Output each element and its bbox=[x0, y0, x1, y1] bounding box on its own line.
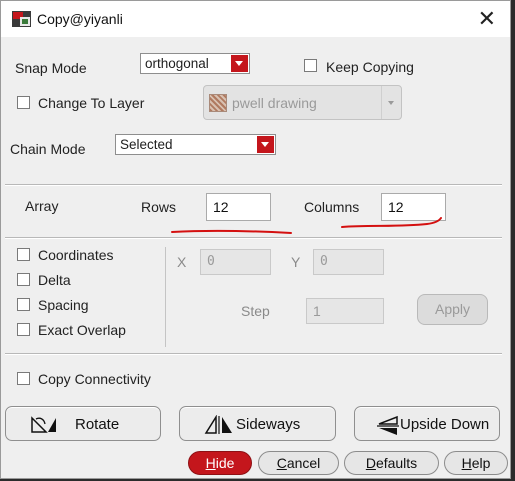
rotate-label: Rotate bbox=[75, 416, 120, 433]
exact-overlap-label: Exact Overlap bbox=[38, 322, 126, 338]
hide-mnemonic: H bbox=[205, 455, 216, 471]
flip-upside-down-icon bbox=[377, 415, 399, 435]
snap-mode-select[interactable]: orthogonal bbox=[140, 53, 250, 74]
flip-sideways-icon bbox=[204, 415, 232, 434]
upside-down-button[interactable]: Upside Down bbox=[354, 406, 500, 441]
array-label: Array bbox=[25, 198, 59, 214]
sideways-button[interactable]: Sideways bbox=[179, 406, 336, 441]
chevron-down-icon bbox=[381, 86, 401, 119]
help-button[interactable]: Help bbox=[444, 451, 508, 475]
sideways-label: Sideways bbox=[236, 416, 301, 433]
step-label: Step bbox=[241, 303, 270, 319]
coordinates-checkbox[interactable] bbox=[17, 248, 30, 261]
copy-connectivity-label: Copy Connectivity bbox=[38, 371, 151, 387]
hide-button[interactable]: Hide bbox=[188, 451, 252, 475]
layer-select[interactable]: pwell drawing bbox=[203, 85, 402, 120]
delta-label: Delta bbox=[38, 272, 71, 288]
spacing-checkbox[interactable] bbox=[17, 298, 30, 311]
close-icon[interactable]: ✕ bbox=[478, 7, 496, 31]
vertical-divider bbox=[165, 247, 166, 347]
keep-copying-checkbox[interactable] bbox=[304, 59, 317, 72]
rows-label: Rows bbox=[141, 199, 177, 215]
chevron-down-icon bbox=[231, 55, 248, 72]
defaults-mnemonic: D bbox=[365, 455, 376, 471]
columns-annotation-underline bbox=[341, 217, 442, 228]
spacing-label: Spacing bbox=[38, 297, 89, 313]
x-label: X bbox=[177, 254, 187, 270]
title-bar: Copy@yiyanli ✕ bbox=[1, 1, 510, 37]
copy-connectivity-checkbox[interactable] bbox=[17, 372, 30, 385]
separator bbox=[5, 237, 502, 239]
change-to-layer-checkbox[interactable] bbox=[17, 96, 30, 109]
snap-mode-label: Snap Mode bbox=[15, 60, 87, 76]
help-mnemonic: H bbox=[461, 455, 472, 471]
separator bbox=[5, 184, 502, 186]
delta-checkbox[interactable] bbox=[17, 273, 30, 286]
coordinates-label: Coordinates bbox=[38, 247, 114, 263]
rotate-icon bbox=[31, 416, 56, 433]
cancel-mnemonic: C bbox=[276, 455, 287, 471]
hide-label-rest: ide bbox=[215, 455, 235, 471]
cancel-button[interactable]: Cancel bbox=[258, 451, 339, 475]
layer-value: pwell drawing bbox=[232, 95, 317, 111]
exact-overlap-checkbox[interactable] bbox=[17, 323, 30, 336]
keep-copying-label: Keep Copying bbox=[326, 59, 414, 75]
help-label-rest: elp bbox=[471, 455, 491, 471]
copy-dialog: Copy@yiyanli ✕ Snap Mode orthogonal Keep… bbox=[0, 0, 511, 479]
change-to-layer-label: Change To Layer bbox=[38, 95, 145, 111]
window-title: Copy@yiyanli bbox=[37, 11, 123, 27]
defaults-button[interactable]: Defaults bbox=[344, 451, 439, 475]
chain-mode-select[interactable]: Selected bbox=[115, 134, 276, 155]
layout-copy-icon bbox=[12, 11, 31, 27]
cancel-label-rest: ancel bbox=[286, 455, 321, 471]
upside-down-label: Upside Down bbox=[400, 416, 490, 433]
step-input[interactable]: 1 bbox=[306, 298, 384, 324]
apply-button[interactable]: Apply bbox=[417, 294, 488, 325]
chain-mode-label: Chain Mode bbox=[10, 141, 86, 157]
rotate-button[interactable]: Rotate bbox=[5, 406, 161, 441]
y-input[interactable]: 0 bbox=[313, 249, 384, 275]
y-label: Y bbox=[291, 254, 301, 270]
rows-input[interactable]: 12 bbox=[206, 193, 271, 221]
rows-annotation-underline bbox=[171, 229, 292, 234]
separator bbox=[5, 353, 502, 355]
snap-mode-value: orthogonal bbox=[145, 56, 209, 71]
chevron-down-icon bbox=[257, 136, 274, 153]
x-input[interactable]: 0 bbox=[200, 249, 271, 275]
chain-mode-value: Selected bbox=[120, 137, 173, 152]
layer-swatch-icon bbox=[209, 94, 227, 112]
defaults-label-rest: efaults bbox=[375, 455, 418, 471]
